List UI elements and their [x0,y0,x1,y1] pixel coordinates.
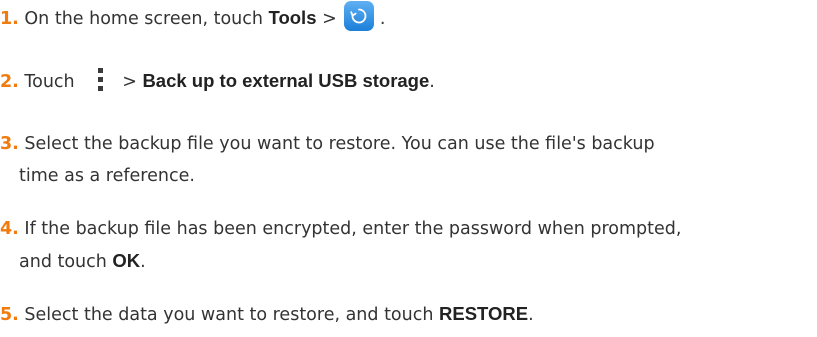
separator-text: > [316,9,343,29]
step-text: time as a reference. [19,166,195,186]
step-text: On the home screen, touch [24,9,269,29]
step-2: 2. Touch > Back up to external USB stora… [0,64,817,99]
step-number: 4. [0,219,19,239]
more-options-icon [90,67,112,93]
step-4: 4. If the backup file has been encrypted… [0,212,817,246]
separator-text: > [122,72,143,92]
tools-label: Tools [268,7,317,28]
restore-label: RESTORE [439,303,529,324]
step-text-end: . [140,252,146,272]
backup-app-icon [344,1,375,31]
step-number: 5. [0,305,19,325]
step-3-continued: time as a reference. [0,159,817,193]
step-1: 1. On the home screen, touch Tools > . [0,1,817,36]
step-text-end: . [429,72,435,92]
step-text: If the backup file has been encrypted, e… [24,219,682,239]
step-text: Touch [24,72,81,92]
backup-usb-label: Back up to external USB storage [142,70,430,91]
step-text: Select the data you want to restore, and… [24,305,440,325]
step-number: 3. [0,134,19,154]
step-text-end: . [528,305,534,325]
step-5: 5. Select the data you want to restore, … [0,297,817,332]
step-number: 2. [0,72,19,92]
step-number: 1. [0,9,19,29]
step-4-continued: and touch OK. [0,244,817,279]
step-text: Select the backup file you want to resto… [24,134,655,154]
step-text-end: . [374,9,386,29]
ok-label: OK [112,250,141,271]
step-text: and touch [19,252,113,272]
step-3: 3. Select the backup file you want to re… [0,127,817,161]
